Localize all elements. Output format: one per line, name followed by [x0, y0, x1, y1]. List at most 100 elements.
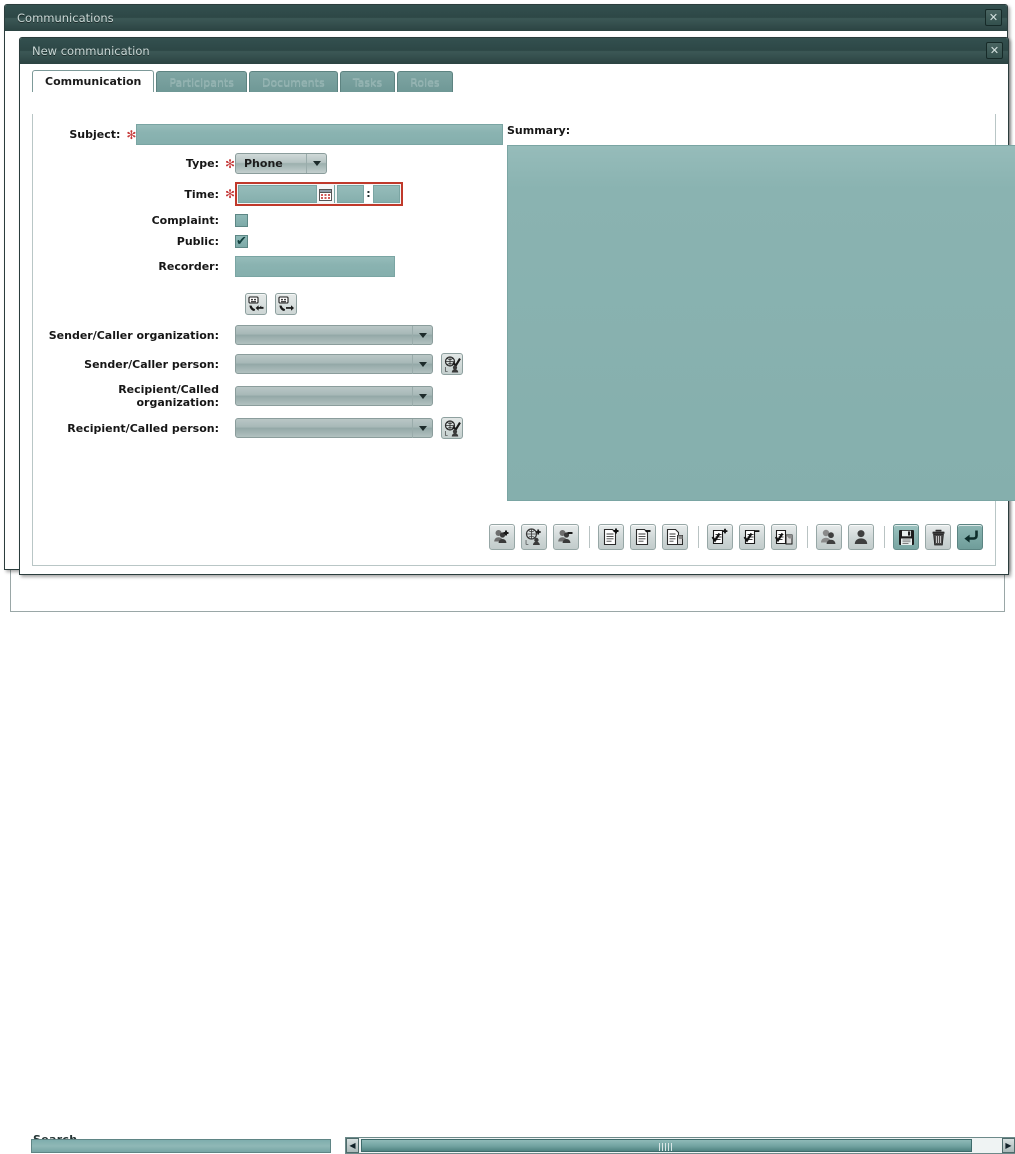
- communications-window-title: Communications: [17, 11, 114, 25]
- phone-outgoing-icon[interactable]: [275, 293, 297, 315]
- toolbar-separator-2: [698, 526, 699, 548]
- scrollbar-thumb[interactable]: [361, 1139, 972, 1152]
- public-check-icon: ✔: [236, 234, 247, 249]
- summary-textarea[interactable]: [507, 145, 1015, 501]
- tab-documents[interactable]: Documents: [248, 71, 338, 92]
- summary-section: Summary:: [507, 124, 1015, 561]
- tab-communication[interactable]: Communication: [32, 70, 155, 92]
- recipient-organization-select[interactable]: [235, 386, 433, 406]
- subject-input[interactable]: [136, 124, 503, 145]
- toolbar-separator: [589, 526, 590, 548]
- tab-roles[interactable]: Roles: [397, 71, 453, 92]
- phone-incoming-icon[interactable]: [245, 293, 267, 315]
- subject-required-icon: ✻: [126, 127, 137, 142]
- sender-person-label: Sender/Caller person:: [84, 357, 219, 371]
- new-communication-body: Communication Participants Documents Tas…: [20, 64, 1015, 574]
- add-document-button[interactable]: [598, 524, 624, 550]
- hour-input[interactable]: [337, 185, 364, 203]
- remove-participant-button[interactable]: [553, 524, 579, 550]
- new-communication-window-title: New communication: [32, 44, 150, 58]
- call-direction-buttons: [245, 293, 503, 315]
- type-select[interactable]: Phone: [235, 153, 327, 174]
- remove-task-button[interactable]: [739, 524, 765, 550]
- recipient-person-lookup-icon[interactable]: L: [441, 417, 463, 439]
- tab-tasks-label: Tasks: [352, 75, 383, 89]
- time-label: Time:: [184, 187, 219, 201]
- recipient-person-chevron-down-icon[interactable]: [412, 418, 432, 438]
- type-required-icon: ✻: [225, 156, 236, 171]
- sender-organization-row: Sender/Caller organization:: [33, 325, 503, 345]
- calendar-icon[interactable]: [316, 185, 334, 203]
- sender-organization-chevron-down-icon[interactable]: [412, 325, 432, 345]
- minute-input[interactable]: [373, 185, 400, 203]
- time-field-group: :: [235, 182, 403, 206]
- date-picker[interactable]: [238, 185, 335, 203]
- group-button[interactable]: [816, 524, 842, 550]
- background-search-input[interactable]: [31, 1139, 331, 1153]
- svg-text:L: L: [444, 367, 448, 373]
- confirm-button[interactable]: [957, 524, 983, 550]
- sender-person-select[interactable]: [235, 354, 433, 374]
- recipient-person-row: Recipient/Called person: L: [33, 417, 503, 439]
- scroll-right-arrow-icon[interactable]: ▶: [1002, 1138, 1015, 1153]
- toolbar-separator-4: [884, 526, 885, 548]
- communication-tab-panel: Subject: ✻ Type: ✻ Phone Time: ✻: Compl…: [32, 114, 1015, 566]
- add-organization-participant-button[interactable]: L: [521, 524, 547, 550]
- scrollbar-grip-icon: [659, 1143, 674, 1151]
- communications-window: Communications ✕ New communication ✕ Com…: [4, 4, 1015, 575]
- time-separator: :: [364, 185, 373, 203]
- complaint-label: Complaint:: [151, 214, 219, 227]
- background-horizontal-scrollbar[interactable]: ◀ ▶: [345, 1137, 1015, 1154]
- subject-row: Subject: ✻: [33, 124, 503, 145]
- tab-communication-label: Communication: [45, 75, 142, 88]
- desktop-background: Search ◀ ▶ Communications ✕ New communic…: [0, 0, 1015, 1154]
- type-row: Type: ✻ Phone: [33, 153, 503, 174]
- communication-form: Subject: ✻ Type: ✻ Phone Time: ✻: Compl…: [33, 124, 503, 447]
- recipient-organization-chevron-down-icon[interactable]: [412, 386, 432, 406]
- tab-participants-label: Participants: [169, 75, 234, 89]
- subject-label: Subject:: [69, 128, 121, 141]
- attach-document-button[interactable]: [662, 524, 688, 550]
- delete-button[interactable]: [925, 524, 951, 550]
- date-input[interactable]: [239, 186, 316, 202]
- sender-person-lookup-icon[interactable]: L: [441, 353, 463, 375]
- recorder-label: Recorder:: [158, 260, 219, 273]
- recipient-person-select[interactable]: [235, 418, 433, 438]
- complaint-row: Complaint:: [33, 214, 503, 227]
- add-participant-button[interactable]: [489, 524, 515, 550]
- new-communication-titlebar[interactable]: New communication ✕: [20, 38, 1008, 64]
- tab-documents-label: Documents: [261, 75, 325, 89]
- svg-text:L: L: [525, 541, 529, 547]
- remove-document-button[interactable]: [630, 524, 656, 550]
- type-select-value: Phone: [244, 157, 283, 170]
- sender-person-row: Sender/Caller person: L: [33, 353, 503, 375]
- complaint-checkbox[interactable]: [235, 214, 248, 227]
- public-row: Public: ✔: [33, 235, 503, 248]
- add-task-button[interactable]: [707, 524, 733, 550]
- tab-tasks[interactable]: Tasks: [339, 71, 396, 92]
- communications-titlebar[interactable]: Communications ✕: [5, 5, 1007, 31]
- tab-participants[interactable]: Participants: [156, 71, 247, 92]
- recorder-row: Recorder:: [33, 256, 503, 277]
- save-button[interactable]: [893, 524, 919, 550]
- public-label: Public:: [176, 235, 219, 248]
- sender-organization-select[interactable]: [235, 325, 433, 345]
- tab-roles-label: Roles: [410, 75, 440, 89]
- public-checkbox[interactable]: ✔: [235, 235, 248, 248]
- scrollbar-track[interactable]: [359, 1138, 1002, 1153]
- new-communication-window: New communication ✕ Communication Partic…: [19, 37, 1015, 575]
- type-chevron-down-icon[interactable]: [306, 154, 326, 173]
- scroll-left-arrow-icon[interactable]: ◀: [346, 1138, 359, 1153]
- new-communication-close-icon[interactable]: ✕: [986, 42, 1003, 59]
- svg-text:L: L: [444, 431, 448, 437]
- recipient-organization-row: Recipient/Called organization:: [33, 383, 503, 409]
- recipient-organization-label: Recipient/Called organization:: [118, 383, 219, 409]
- sender-organization-label: Sender/Caller organization:: [48, 328, 219, 342]
- type-label: Type:: [185, 157, 219, 170]
- edit-task-button[interactable]: [771, 524, 797, 550]
- time-row: Time: ✻:: [33, 182, 503, 206]
- user-button[interactable]: [848, 524, 874, 550]
- communications-close-icon[interactable]: ✕: [985, 9, 1002, 26]
- sender-person-chevron-down-icon[interactable]: [412, 354, 432, 374]
- recorder-input[interactable]: [235, 256, 395, 277]
